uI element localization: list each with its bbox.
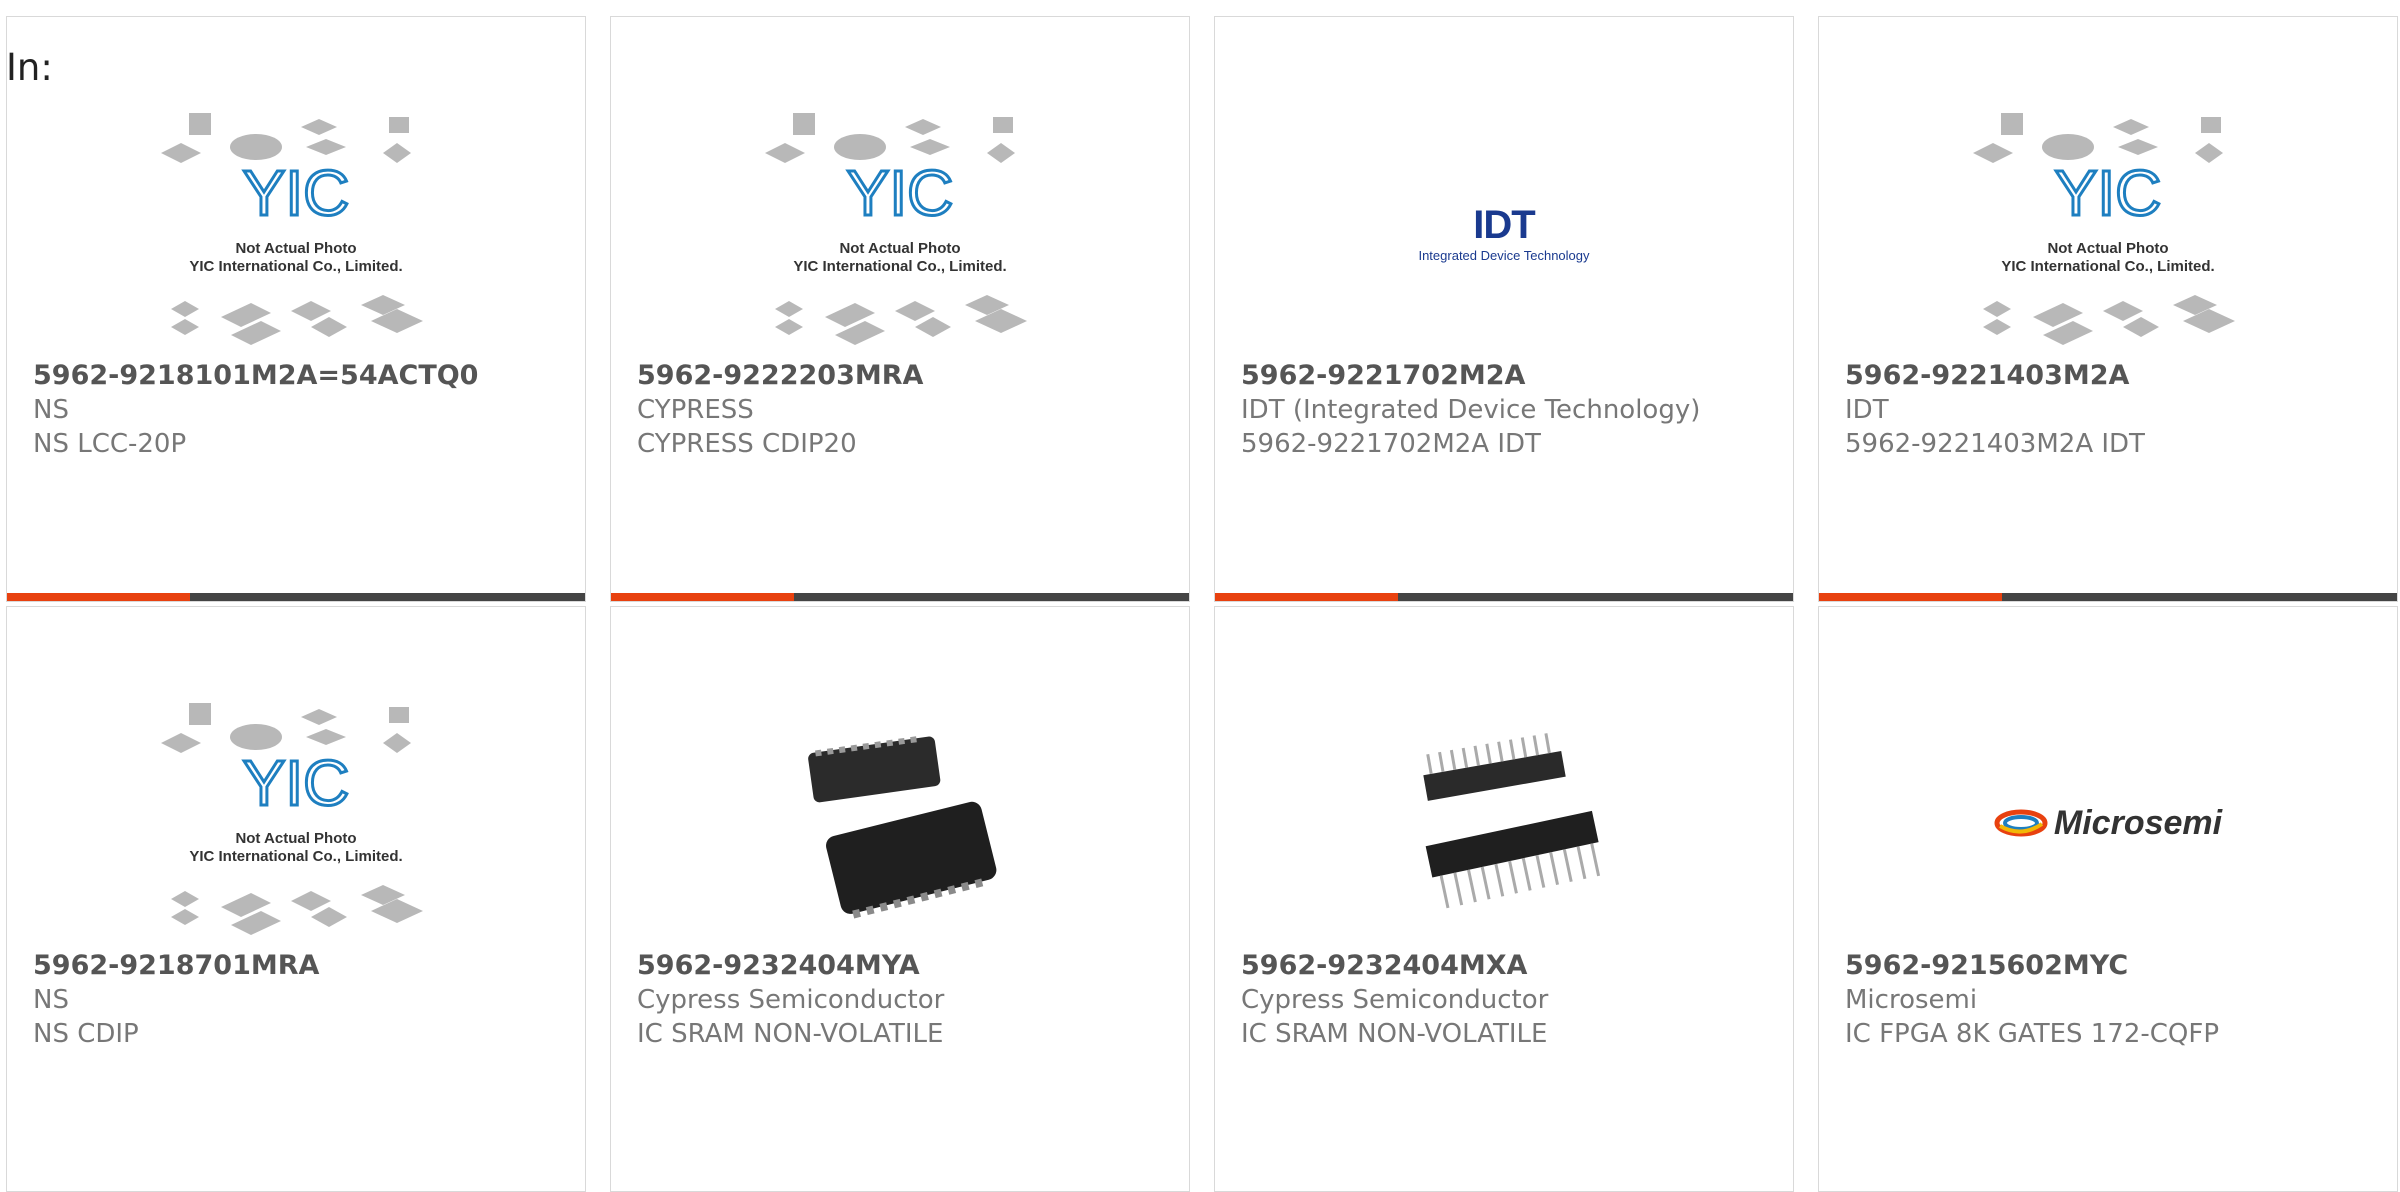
description: IC SRAM NON-VOLATILE	[1241, 1019, 1548, 1049]
description: 5962-9221403M2A IDT	[1845, 429, 2145, 459]
product-card[interactable]: Microsemi 5962-9215602MYC Microsemi IC F…	[1818, 606, 2398, 1192]
product-card[interactable]: 5962-9232404MXA Cypress Semiconductor IC…	[1214, 606, 1794, 1192]
manufacturer: IDT (Integrated Device Technology)	[1241, 395, 1701, 425]
product-card[interactable]: YIC Not Actual Photo YIC International C…	[610, 16, 1190, 602]
description: NS LCC-20P	[33, 429, 187, 459]
product-image-idt-logo: IDT Integrated Device Technology	[1215, 103, 1793, 363]
yic-caption-2: YIC International Co., Limited.	[189, 848, 402, 865]
idt-logo-sub: Integrated Device Technology	[1418, 248, 1590, 263]
yic-caption-2: YIC International Co., Limited.	[793, 258, 1006, 275]
product-image-yic-placeholder: YIC Not Actual Photo YIC International C…	[1819, 103, 2397, 363]
description: IC SRAM NON-VOLATILE	[637, 1019, 944, 1049]
yic-caption-2: YIC International Co., Limited.	[189, 258, 402, 275]
yic-logo: YIC	[243, 747, 350, 819]
product-image-microsemi-logo: Microsemi	[1819, 693, 2397, 953]
card-bar	[611, 593, 1189, 601]
manufacturer: CYPRESS	[637, 395, 754, 425]
idt-logo: IDT Integrated Device Technology	[1418, 203, 1589, 263]
yic-logo: YIC	[243, 157, 350, 229]
card-bar	[7, 593, 585, 601]
manufacturer: NS	[33, 395, 69, 425]
yic-caption-1: Not Actual Photo	[839, 240, 960, 257]
product-card[interactable]: YIC Not Actual Photo YIC International C…	[6, 606, 586, 1192]
manufacturer: Cypress Semiconductor	[637, 985, 945, 1015]
yic-caption-1: Not Actual Photo	[235, 240, 356, 257]
microsemi-swirl-icon	[1994, 809, 2048, 837]
description: CYPRESS CDIP20	[637, 429, 857, 459]
lcc-package-icon	[808, 736, 997, 919]
manufacturer: Cypress Semiconductor	[1241, 985, 1549, 1015]
part-number[interactable]: 5962-9232404MXA	[1241, 949, 1773, 983]
part-number[interactable]: 5962-9221702M2A	[1241, 359, 1773, 393]
description: NS CDIP	[33, 1019, 139, 1049]
idt-logo-mark: IDT	[1473, 203, 1535, 247]
part-number[interactable]: 5962-9218701MRA	[33, 949, 565, 983]
description: IC FPGA 8K GATES 172-CQFP	[1845, 1019, 2220, 1049]
in-label: In:	[6, 46, 53, 89]
microsemi-logo-text: Microsemi	[2053, 803, 2223, 842]
manufacturer: Microsemi	[1845, 985, 1978, 1015]
part-number[interactable]: 5962-9221403M2A	[1845, 359, 2377, 393]
card-bar	[1215, 593, 1793, 601]
description: 5962-9221702M2A IDT	[1241, 429, 1541, 459]
yic-caption-1: Not Actual Photo	[2047, 240, 2168, 257]
part-number[interactable]: 5962-9222203MRA	[637, 359, 1169, 393]
part-number[interactable]: 5962-9218101M2A=54ACTQ0	[33, 359, 565, 393]
product-image-dip-package	[1215, 693, 1793, 953]
product-image-yic-placeholder: YIC Not Actual Photo YIC International C…	[7, 693, 585, 953]
manufacturer: IDT	[1845, 395, 1889, 425]
manufacturer: NS	[33, 985, 69, 1015]
product-image-yic-placeholder: YIC Not Actual Photo YIC International C…	[611, 103, 1189, 363]
card-bar	[1819, 593, 2397, 601]
microsemi-logo: Microsemi	[1994, 804, 2222, 843]
product-image-yic-placeholder: YIC Not Actual Photo YIC International C…	[7, 103, 585, 363]
product-card[interactable]: YIC Not Actual Photo YIC International C…	[6, 16, 586, 602]
yic-logo: YIC	[2055, 157, 2162, 229]
part-number[interactable]: 5962-9232404MYA	[637, 949, 1169, 983]
product-card[interactable]: IDT Integrated Device Technology 5962-92…	[1214, 16, 1794, 602]
part-number[interactable]: 5962-9215602MYC	[1845, 949, 2377, 983]
yic-logo: YIC	[847, 157, 954, 229]
product-image-lcc-package	[611, 693, 1189, 953]
product-card[interactable]: 5962-9232404MYA Cypress Semiconductor IC…	[610, 606, 1190, 1192]
product-card[interactable]: YIC Not Actual Photo YIC International C…	[1818, 16, 2398, 602]
yic-caption-1: Not Actual Photo	[235, 830, 356, 847]
yic-caption-2: YIC International Co., Limited.	[2001, 258, 2214, 275]
dip-package-icon	[1423, 733, 1601, 909]
